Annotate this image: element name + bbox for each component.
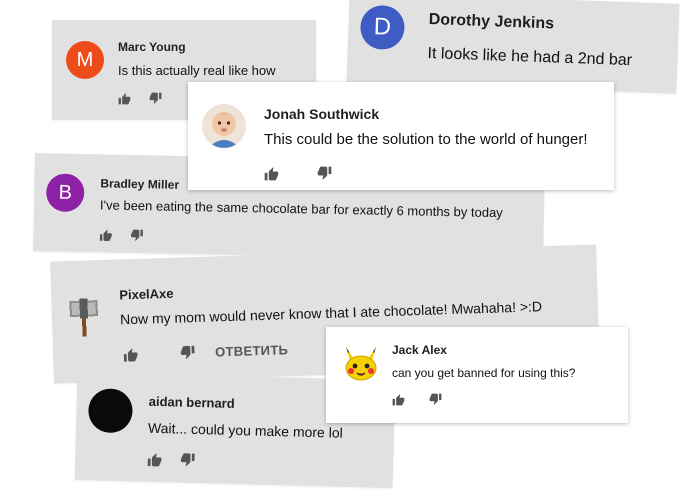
comment-author[interactable]: Marc Young: [118, 40, 186, 54]
thumbs-down-icon: [180, 453, 195, 468]
comment-actions: ОТВЕТИТЬ: [123, 342, 288, 362]
dislike-button[interactable]: [429, 393, 442, 406]
pixel-axe-avatar: [69, 298, 98, 337]
comment-author[interactable]: aidan bernard: [149, 394, 235, 411]
comment-author[interactable]: Jonah Southwick: [264, 106, 379, 122]
thumbs-up-icon: [99, 228, 112, 242]
like-button[interactable]: [392, 393, 405, 406]
comment-author[interactable]: Dorothy Jenkins: [428, 11, 554, 33]
thumbs-down-icon: [317, 166, 332, 181]
dislike-button[interactable]: [180, 453, 195, 468]
comment-actions: [264, 166, 332, 181]
avatar[interactable]: M: [66, 41, 104, 79]
thumbs-down-icon: [429, 393, 442, 406]
comment-text: Now my mom would never know that I ate c…: [119, 298, 543, 328]
dislike-button[interactable]: [317, 166, 332, 181]
comment-author[interactable]: PixelAxe: [119, 286, 174, 303]
comment-author[interactable]: Jack Alex: [392, 343, 447, 357]
comment-actions: [118, 92, 162, 105]
comment-actions: [392, 393, 442, 406]
like-button[interactable]: [123, 347, 138, 362]
baby-photo-avatar: [202, 104, 246, 148]
thumbs-up-icon: [123, 347, 138, 362]
reply-button[interactable]: ОТВЕТИТЬ: [215, 342, 289, 359]
black-circle-avatar: [88, 388, 133, 433]
avatar[interactable]: [61, 294, 106, 339]
comment-card-jonah: Jonah Southwick This could be the soluti…: [188, 82, 614, 190]
thumbs-up-icon: [118, 92, 131, 105]
thumbs-down-icon: [180, 345, 195, 360]
comment-text: It looks like he had a 2nd bar: [427, 45, 633, 70]
avatar[interactable]: [340, 343, 382, 385]
comment-actions: [99, 228, 143, 242]
comment-text: Is this actually real like how: [118, 63, 276, 78]
comment-card-jack: Jack Alex can you get banned for using t…: [326, 327, 628, 423]
dislike-button[interactable]: [180, 345, 195, 360]
thumbs-down-icon: [130, 229, 143, 242]
comment-card-dorothy: D Dorothy Jenkins It looks like he had a…: [346, 0, 680, 94]
thumbs-up-icon: [147, 452, 162, 467]
thumbs-down-icon: [149, 92, 162, 105]
like-button[interactable]: [264, 166, 279, 181]
like-button[interactable]: [99, 228, 112, 242]
comment-text: This could be the solution to the world …: [264, 131, 588, 148]
like-button[interactable]: [147, 452, 162, 467]
comment-actions: [147, 452, 195, 468]
dislike-button[interactable]: [149, 92, 162, 105]
avatar[interactable]: D: [359, 4, 406, 51]
pikachu-avatar: [345, 347, 377, 381]
dislike-button[interactable]: [130, 229, 143, 242]
avatar[interactable]: [87, 388, 134, 434]
avatar[interactable]: B: [45, 173, 85, 213]
thumbs-up-icon: [392, 393, 405, 406]
comment-text: I've been eating the same chocolate bar …: [99, 197, 503, 221]
avatar[interactable]: [202, 104, 246, 148]
comment-author[interactable]: Bradley Miller: [100, 176, 179, 192]
comment-text: Wait... could you make more lol: [147, 419, 343, 441]
like-button[interactable]: [118, 92, 131, 105]
comment-text: can you get banned for using this?: [392, 366, 576, 380]
thumbs-up-icon: [264, 166, 279, 181]
